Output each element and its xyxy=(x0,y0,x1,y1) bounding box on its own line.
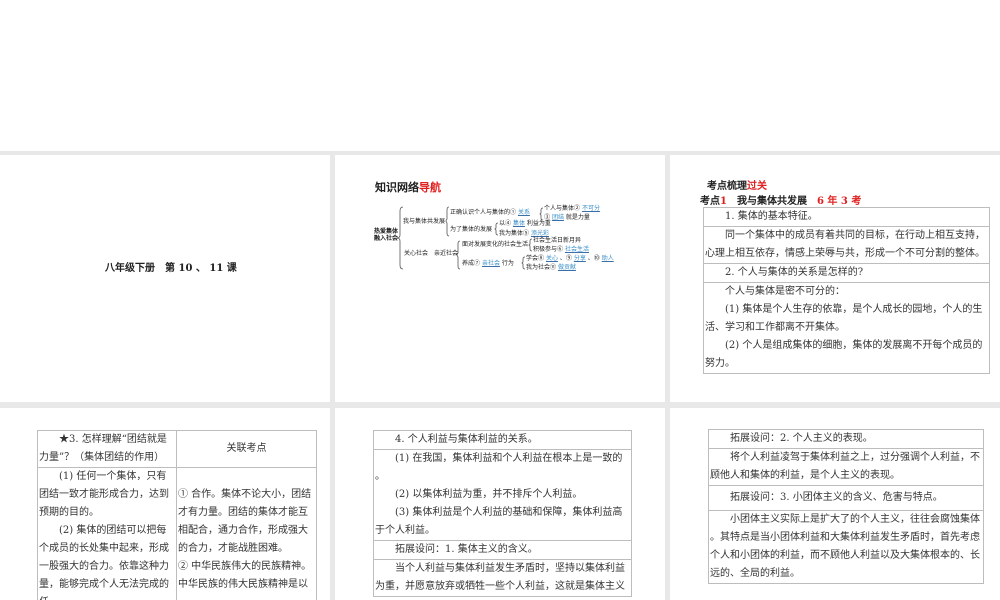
header-related: 关联考点 xyxy=(176,430,317,468)
node-b2b: 养成⑦ 亲社会 行为 xyxy=(462,260,514,267)
right-cell: ① 合作。集体不论大小，团结才有力量。团结的集体才能互相配合，通力合作，形成强大… xyxy=(176,467,317,600)
paragraph: (2) 集体的团结可以把每个成员的长处集中起来，形成一股强大的合力。依靠这种力量… xyxy=(39,525,169,600)
mindmap-braces xyxy=(396,206,544,270)
node-b2: 关心社会 亲近社会 xyxy=(404,250,459,257)
content-table: 1. 集体的基本特征。 同一个集体中的成员有着共同的目标，在行动上相互支持，心理… xyxy=(703,207,990,374)
table-row: 4. 个人利益与集体利益的关系。 xyxy=(373,430,632,450)
node-b2a: 面对发展变化的社会生活 xyxy=(462,241,529,248)
paragraph: (1) 在我国，集体利益和个人利益在根本上是一致的。 xyxy=(375,453,623,482)
left-cell: (1) 任何一个集体，只有团结一致才能形成合力，达到预期的目的。 (2) 集体的… xyxy=(37,467,177,600)
answer: 社会生活 xyxy=(564,246,589,253)
sep-3: 、⑩ xyxy=(587,255,600,262)
paragraph: (2) 以集体利益为重，并不排斥个人利益。 xyxy=(395,489,583,500)
node-b1a: 正确认识个人与集体的① 关系 xyxy=(450,209,530,216)
paragraph: (3) 集体利益是个人利益的基础和保障，集体利益高于个人利益。 xyxy=(375,507,623,536)
table-row: 拓展设问：1. 集体主义的含义。 xyxy=(373,540,632,560)
paragraph: (1) 集体是个人生存的依靠，是个人成长的园地，个人的生活、学习和工作都离不开集… xyxy=(705,304,983,333)
table-row: (1) 在我国，集体利益和个人利益在根本上是一致的。 (2) 以集体利益为重，并… xyxy=(373,449,632,541)
slide-thumbnail-6[interactable]: 拓展设问：2. 个人主义的表现。 将个人利益凌驾于集体利益之上，过分强调个人利益… xyxy=(670,408,1000,600)
label: 考点 xyxy=(700,196,720,207)
slide-title: 八年级下册 第 10 、 11 课 xyxy=(105,263,237,274)
sep-2: 、⑨ xyxy=(559,255,572,262)
node-b1a1: 个人与集体② 不可分 xyxy=(544,205,600,212)
label: 个人与集体② xyxy=(544,205,581,212)
content-table: ★3. 怎样理解“团结就是力量”？（集体团结的作用） 关联考点 (1) 任何一个… xyxy=(37,430,317,600)
node-b2b2: 我为社会⑪ 做贡献 xyxy=(526,264,576,271)
answer: 团结 xyxy=(551,214,564,221)
number: 1 xyxy=(720,196,727,207)
slide-thumbnail-2[interactable]: 知识网络导航 热爱集体 融入社会 我与集体共发展 正确认识个人与集体的① 关系 个… xyxy=(335,155,665,402)
answer-3: 助人 xyxy=(601,255,614,262)
header-question: ★3. 怎样理解“团结就是力量”？（集体团结的作用） xyxy=(37,430,177,468)
table-row: 当个人利益与集体利益发生矛盾时，坚持以集体利益为重，并愿意放弃或牺牲一些个人利益… xyxy=(373,559,632,597)
paragraph: ② 中华民族伟大的民族精神。中华民族的伟大民族精神是以 xyxy=(178,561,312,590)
slide-thumbnail-4[interactable]: ★3. 怎样理解“团结就是力量”？（集体团结的作用） 关联考点 (1) 任何一个… xyxy=(0,408,330,600)
table-row: 将个人利益凌驾于集体利益之上，过分强调个人利益，不顾他人和集体的利益，是个人主义… xyxy=(708,448,984,486)
answer-2: 分享 xyxy=(573,255,586,262)
title: 我与集体共发展 xyxy=(736,196,807,207)
answer: 不可分 xyxy=(581,205,600,212)
answer: 做贡献 xyxy=(557,264,576,271)
content-table: 拓展设问：2. 个人主义的表现。 将个人利益凌驾于集体利益之上，过分强调个人利益… xyxy=(708,429,984,584)
exam-point-title: 考点1 我与集体共发展 6 年 3 考 xyxy=(700,192,861,207)
node-b1b2: 我为集体⑤ 添光彩 xyxy=(499,230,549,237)
answer: 亲社会 xyxy=(481,260,500,267)
heading-red: 过关 xyxy=(747,181,767,192)
section-heading: 考点梳理过关 xyxy=(707,177,767,192)
label: 以④ xyxy=(499,220,512,227)
root-line-2: 融入社会 xyxy=(374,235,399,242)
node-b2a1: 社会生活日新月异 xyxy=(533,237,582,244)
frequency: 6 年 3 考 xyxy=(816,196,862,207)
table-row: 2. 个人与集体的关系是怎样的? xyxy=(703,263,990,283)
paragraph: 个人与集体是密不可分的： xyxy=(725,286,845,297)
paragraph: (1) 任何一个集体，只有团结一致才能形成合力，达到预期的目的。 xyxy=(39,471,169,518)
table-row: 小团体主义实际上是扩大了的个人主义，往往会腐蚀集体。其特点是当小团体利益和大集体… xyxy=(708,510,984,584)
table-row: 个人与集体是密不可分的： (1) 集体是个人生存的依靠，是个人成长的园地，个人的… xyxy=(703,282,990,374)
answer: 集体 xyxy=(512,220,525,227)
tail: 就是力量 xyxy=(565,214,590,221)
heading-text: 考点梳理 xyxy=(707,181,747,192)
table-row: 1. 集体的基本特征。 xyxy=(703,207,990,227)
label: 我为集体⑤ xyxy=(499,230,530,237)
table-row: 拓展设问：2. 个人主义的表现。 xyxy=(708,429,984,449)
tail: 行为 xyxy=(501,260,514,267)
node-b1b1: 以④ 集体 利益为重 xyxy=(499,220,551,227)
label: 正确认识个人与集体的① xyxy=(450,209,517,216)
slide-thumbnail-3[interactable]: 考点梳理过关 考点1 我与集体共发展 6 年 3 考 1. 集体的基本特征。 同… xyxy=(670,155,1000,402)
root-line-1: 热爱集体 xyxy=(374,228,399,235)
answer: 添光彩 xyxy=(530,230,549,237)
label: 学会⑧ xyxy=(526,255,545,262)
node-b2b1: 学会⑧ 关心 、⑨ 分享 、⑩ 助人 xyxy=(526,255,614,262)
label: 积极参与⑥ xyxy=(533,246,564,253)
table-row: 拓展设问：3. 小团体主义的含义、危害与特点。 xyxy=(708,485,984,511)
answer: 关系 xyxy=(517,209,530,216)
paragraph: ① 合作。集体不论大小，团结才有力量。团结的集体才能互相配合，通力合作，形成强大… xyxy=(178,489,312,554)
answer-1: 关心 xyxy=(545,255,558,262)
slide-thumbnail-1[interactable]: 八年级下册 第 10 、 11 课 xyxy=(0,155,330,402)
root-node: 热爱集体 融入社会 xyxy=(374,228,398,242)
content-table: 4. 个人利益与集体利益的关系。 (1) 在我国，集体利益和个人利益在根本上是一… xyxy=(373,430,632,597)
table-row: 同一个集体中的成员有着共同的目标，在行动上相互支持，心理上相互依存，情感上荣辱与… xyxy=(703,226,990,264)
node-b1: 我与集体共发展 xyxy=(403,218,446,225)
label: 我为社会⑪ xyxy=(526,264,557,271)
node-b1b: 为了集体的发展 xyxy=(450,226,493,233)
node-b2a2: 积极参与⑥ 社会生活 xyxy=(533,246,589,253)
paragraph: (2) 个人是组成集体的细胞，集体的发展离不开每个成员的努力。 xyxy=(705,340,983,369)
label: 养成⑦ xyxy=(462,260,481,267)
slide-thumbnail-5[interactable]: 4. 个人利益与集体利益的关系。 (1) 在我国，集体利益和个人利益在根本上是一… xyxy=(335,408,665,600)
tail: 利益为重 xyxy=(526,220,551,227)
